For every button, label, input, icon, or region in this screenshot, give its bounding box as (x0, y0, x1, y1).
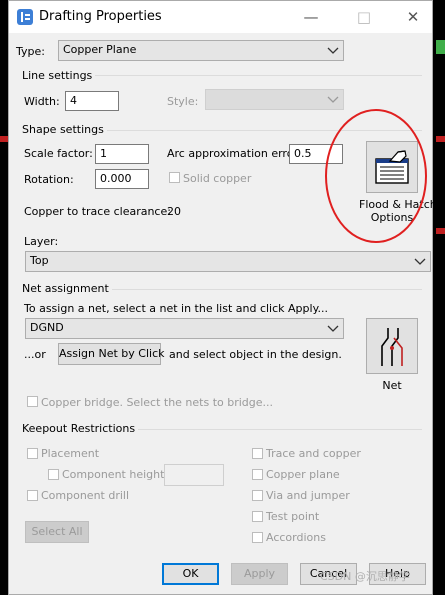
width-label: Width: (24, 95, 60, 108)
minimize-button[interactable]: — (288, 1, 334, 33)
placement-checkbox[interactable] (27, 448, 38, 459)
window-title: Drafting Properties (39, 9, 162, 24)
chevron-down-icon (327, 96, 339, 103)
hatch-hand-icon (375, 150, 409, 184)
style-label: Style: (167, 95, 199, 108)
title-bar[interactable]: Drafting Properties — □ ✕ (9, 1, 432, 33)
component-height-input[interactable] (164, 464, 224, 486)
flood-hatch-label-2: Options (370, 211, 414, 224)
background-mark (436, 136, 445, 142)
rotation-label: Rotation: (24, 173, 74, 186)
clearance-label: Copper to trace clearance: (24, 205, 171, 218)
flood-hatch-button[interactable] (366, 141, 418, 193)
component-height-label: Component height (62, 468, 165, 481)
via-and-jumper-label: Via and jumper (266, 489, 350, 502)
background-mark (436, 40, 445, 54)
net-trace-icon (381, 328, 403, 366)
layer-select[interactable]: Top (25, 251, 431, 272)
net-value: DGND (30, 321, 64, 334)
copper-bridge-checkbox[interactable] (27, 396, 38, 407)
net-button[interactable] (366, 318, 418, 374)
maximize-button[interactable]: □ (341, 1, 387, 33)
rotation-input[interactable]: 0.000 (95, 169, 149, 189)
copper-bridge-label: Copper bridge. Select the nets to bridge… (41, 396, 274, 409)
solid-copper-label: Solid copper (183, 172, 252, 185)
background-strip-right (433, 0, 445, 595)
flood-hatch-label-1: Flood & Hatch (359, 198, 437, 211)
copper-plane-label: Copper plane (266, 468, 340, 481)
ok-button[interactable]: OK (162, 563, 219, 585)
chevron-down-icon (414, 258, 426, 265)
copper-plane-checkbox[interactable] (252, 469, 263, 480)
net-button-label: Net (382, 379, 402, 392)
accordions-checkbox[interactable] (252, 532, 263, 543)
assign-net-button[interactable]: Assign Net by Click (58, 343, 165, 365)
width-input[interactable]: 4 (65, 91, 119, 111)
layer-label: Layer: (24, 235, 59, 248)
layer-value: Top (30, 254, 49, 267)
chevron-down-icon (327, 325, 339, 332)
select-all-button[interactable]: Select All (25, 521, 89, 543)
chevron-down-icon (327, 47, 339, 54)
net-instruction: To assign a net, select a net in the lis… (24, 302, 329, 315)
accordions-label: Accordions (266, 531, 326, 544)
via-and-jumper-checkbox[interactable] (252, 490, 263, 501)
dialog-window: Drafting Properties — □ ✕ Type: Copper P… (8, 0, 437, 595)
placement-label: Placement (41, 447, 100, 460)
background-mark (436, 228, 445, 234)
trace-and-copper-checkbox[interactable] (252, 448, 263, 459)
keepout-title: Keepout Restrictions (22, 422, 139, 435)
arc-error-label: Arc approximation error: (167, 147, 302, 160)
scale-factor-label: Scale factor: (24, 147, 93, 160)
background-strip-left (0, 0, 8, 595)
app-icon (17, 9, 33, 25)
component-height-checkbox[interactable] (48, 469, 59, 480)
net-select[interactable]: DGND (25, 318, 344, 339)
test-point-checkbox[interactable] (252, 511, 263, 522)
net-assignment-title: Net assignment (22, 282, 112, 295)
type-value: Copper Plane (63, 43, 137, 56)
type-select[interactable]: Copper Plane (58, 40, 344, 61)
type-label: Type: (16, 45, 45, 58)
test-point-label: Test point (266, 510, 320, 523)
assign-net-hint: and select object in the design. (169, 348, 342, 361)
trace-and-copper-label: Trace and copper (266, 447, 361, 460)
solid-copper-checkbox[interactable] (169, 172, 180, 183)
clearance-value: 20 (167, 205, 181, 218)
background-mark (0, 136, 8, 142)
line-settings-title: Line settings (22, 69, 96, 82)
apply-button[interactable]: Apply (231, 563, 288, 585)
component-drill-label: Component drill (41, 489, 130, 502)
shape-settings-title: Shape settings (22, 123, 107, 136)
watermark-text: CSDN @沉思静学 (320, 570, 410, 583)
component-drill-checkbox[interactable] (27, 490, 38, 501)
scale-factor-input[interactable]: 1 (95, 144, 149, 164)
or-text: ...or (24, 348, 46, 361)
style-select[interactable] (205, 89, 344, 110)
arc-error-input[interactable]: 0.5 (289, 144, 343, 164)
close-button[interactable]: ✕ (390, 1, 436, 33)
